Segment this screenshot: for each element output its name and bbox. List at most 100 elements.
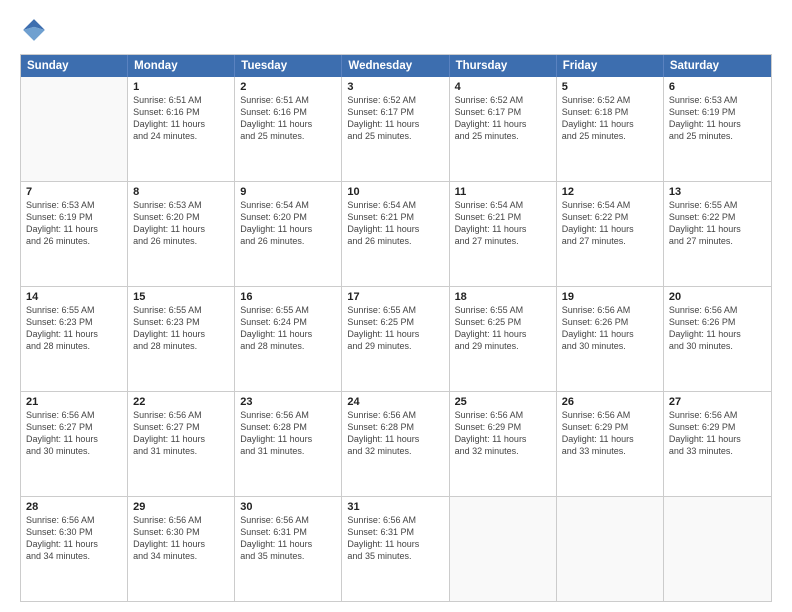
- day-number: 15: [133, 291, 229, 303]
- day-cell-12: 12Sunrise: 6:54 AM Sunset: 6:22 PM Dayli…: [557, 182, 664, 286]
- day-cell-9: 9Sunrise: 6:54 AM Sunset: 6:20 PM Daylig…: [235, 182, 342, 286]
- day-number: 19: [562, 291, 658, 303]
- day-cell-14: 14Sunrise: 6:55 AM Sunset: 6:23 PM Dayli…: [21, 287, 128, 391]
- day-cell-17: 17Sunrise: 6:55 AM Sunset: 6:25 PM Dayli…: [342, 287, 449, 391]
- day-cell-29: 29Sunrise: 6:56 AM Sunset: 6:30 PM Dayli…: [128, 497, 235, 601]
- day-info: Sunrise: 6:56 AM Sunset: 6:29 PM Dayligh…: [669, 409, 766, 458]
- day-info: Sunrise: 6:55 AM Sunset: 6:23 PM Dayligh…: [26, 304, 122, 353]
- day-info: Sunrise: 6:55 AM Sunset: 6:23 PM Dayligh…: [133, 304, 229, 353]
- header-day-friday: Friday: [557, 55, 664, 77]
- day-cell-21: 21Sunrise: 6:56 AM Sunset: 6:27 PM Dayli…: [21, 392, 128, 496]
- day-number: 3: [347, 81, 443, 93]
- header: [20, 16, 772, 44]
- day-cell-25: 25Sunrise: 6:56 AM Sunset: 6:29 PM Dayli…: [450, 392, 557, 496]
- day-info: Sunrise: 6:52 AM Sunset: 6:17 PM Dayligh…: [347, 94, 443, 143]
- day-info: Sunrise: 6:52 AM Sunset: 6:18 PM Dayligh…: [562, 94, 658, 143]
- day-info: Sunrise: 6:53 AM Sunset: 6:19 PM Dayligh…: [26, 199, 122, 248]
- day-cell-16: 16Sunrise: 6:55 AM Sunset: 6:24 PM Dayli…: [235, 287, 342, 391]
- day-info: Sunrise: 6:56 AM Sunset: 6:26 PM Dayligh…: [562, 304, 658, 353]
- calendar-row-0: 1Sunrise: 6:51 AM Sunset: 6:16 PM Daylig…: [21, 77, 771, 181]
- day-cell-18: 18Sunrise: 6:55 AM Sunset: 6:25 PM Dayli…: [450, 287, 557, 391]
- day-number: 16: [240, 291, 336, 303]
- day-cell-11: 11Sunrise: 6:54 AM Sunset: 6:21 PM Dayli…: [450, 182, 557, 286]
- calendar-row-3: 21Sunrise: 6:56 AM Sunset: 6:27 PM Dayli…: [21, 391, 771, 496]
- day-number: 10: [347, 186, 443, 198]
- day-info: Sunrise: 6:56 AM Sunset: 6:31 PM Dayligh…: [347, 514, 443, 563]
- day-cell-20: 20Sunrise: 6:56 AM Sunset: 6:26 PM Dayli…: [664, 287, 771, 391]
- day-number: 20: [669, 291, 766, 303]
- day-info: Sunrise: 6:51 AM Sunset: 6:16 PM Dayligh…: [133, 94, 229, 143]
- day-cell-31: 31Sunrise: 6:56 AM Sunset: 6:31 PM Dayli…: [342, 497, 449, 601]
- day-info: Sunrise: 6:53 AM Sunset: 6:19 PM Dayligh…: [669, 94, 766, 143]
- day-cell-15: 15Sunrise: 6:55 AM Sunset: 6:23 PM Dayli…: [128, 287, 235, 391]
- header-day-saturday: Saturday: [664, 55, 771, 77]
- day-number: 13: [669, 186, 766, 198]
- day-info: Sunrise: 6:55 AM Sunset: 6:22 PM Dayligh…: [669, 199, 766, 248]
- day-cell-6: 6Sunrise: 6:53 AM Sunset: 6:19 PM Daylig…: [664, 77, 771, 181]
- day-number: 11: [455, 186, 551, 198]
- day-info: Sunrise: 6:56 AM Sunset: 6:29 PM Dayligh…: [562, 409, 658, 458]
- day-cell-10: 10Sunrise: 6:54 AM Sunset: 6:21 PM Dayli…: [342, 182, 449, 286]
- day-number: 21: [26, 396, 122, 408]
- day-cell-19: 19Sunrise: 6:56 AM Sunset: 6:26 PM Dayli…: [557, 287, 664, 391]
- day-info: Sunrise: 6:56 AM Sunset: 6:28 PM Dayligh…: [347, 409, 443, 458]
- day-info: Sunrise: 6:56 AM Sunset: 6:30 PM Dayligh…: [26, 514, 122, 563]
- day-number: 25: [455, 396, 551, 408]
- day-cell-30: 30Sunrise: 6:56 AM Sunset: 6:31 PM Dayli…: [235, 497, 342, 601]
- day-number: 31: [347, 501, 443, 513]
- empty-cell-4-6: [664, 497, 771, 601]
- calendar: SundayMondayTuesdayWednesdayThursdayFrid…: [20, 54, 772, 602]
- day-cell-8: 8Sunrise: 6:53 AM Sunset: 6:20 PM Daylig…: [128, 182, 235, 286]
- day-number: 30: [240, 501, 336, 513]
- day-number: 26: [562, 396, 658, 408]
- day-info: Sunrise: 6:51 AM Sunset: 6:16 PM Dayligh…: [240, 94, 336, 143]
- day-number: 24: [347, 396, 443, 408]
- day-cell-24: 24Sunrise: 6:56 AM Sunset: 6:28 PM Dayli…: [342, 392, 449, 496]
- day-cell-22: 22Sunrise: 6:56 AM Sunset: 6:27 PM Dayli…: [128, 392, 235, 496]
- day-number: 29: [133, 501, 229, 513]
- header-day-sunday: Sunday: [21, 55, 128, 77]
- day-number: 18: [455, 291, 551, 303]
- day-number: 5: [562, 81, 658, 93]
- day-info: Sunrise: 6:56 AM Sunset: 6:27 PM Dayligh…: [26, 409, 122, 458]
- day-info: Sunrise: 6:54 AM Sunset: 6:21 PM Dayligh…: [347, 199, 443, 248]
- day-number: 4: [455, 81, 551, 93]
- day-info: Sunrise: 6:54 AM Sunset: 6:22 PM Dayligh…: [562, 199, 658, 248]
- day-number: 27: [669, 396, 766, 408]
- day-number: 22: [133, 396, 229, 408]
- header-day-tuesday: Tuesday: [235, 55, 342, 77]
- page: SundayMondayTuesdayWednesdayThursdayFrid…: [0, 0, 792, 612]
- header-day-monday: Monday: [128, 55, 235, 77]
- calendar-row-2: 14Sunrise: 6:55 AM Sunset: 6:23 PM Dayli…: [21, 286, 771, 391]
- day-number: 23: [240, 396, 336, 408]
- empty-cell-0-0: [21, 77, 128, 181]
- day-info: Sunrise: 6:55 AM Sunset: 6:25 PM Dayligh…: [347, 304, 443, 353]
- day-number: 9: [240, 186, 336, 198]
- header-day-wednesday: Wednesday: [342, 55, 449, 77]
- day-info: Sunrise: 6:55 AM Sunset: 6:25 PM Dayligh…: [455, 304, 551, 353]
- day-info: Sunrise: 6:56 AM Sunset: 6:27 PM Dayligh…: [133, 409, 229, 458]
- day-number: 12: [562, 186, 658, 198]
- day-info: Sunrise: 6:56 AM Sunset: 6:30 PM Dayligh…: [133, 514, 229, 563]
- day-info: Sunrise: 6:55 AM Sunset: 6:24 PM Dayligh…: [240, 304, 336, 353]
- empty-cell-4-4: [450, 497, 557, 601]
- calendar-row-4: 28Sunrise: 6:56 AM Sunset: 6:30 PM Dayli…: [21, 496, 771, 601]
- day-number: 2: [240, 81, 336, 93]
- day-cell-28: 28Sunrise: 6:56 AM Sunset: 6:30 PM Dayli…: [21, 497, 128, 601]
- day-number: 28: [26, 501, 122, 513]
- day-number: 7: [26, 186, 122, 198]
- calendar-body: 1Sunrise: 6:51 AM Sunset: 6:16 PM Daylig…: [21, 77, 771, 601]
- day-cell-23: 23Sunrise: 6:56 AM Sunset: 6:28 PM Dayli…: [235, 392, 342, 496]
- day-cell-27: 27Sunrise: 6:56 AM Sunset: 6:29 PM Dayli…: [664, 392, 771, 496]
- calendar-row-1: 7Sunrise: 6:53 AM Sunset: 6:19 PM Daylig…: [21, 181, 771, 286]
- empty-cell-4-5: [557, 497, 664, 601]
- day-info: Sunrise: 6:56 AM Sunset: 6:29 PM Dayligh…: [455, 409, 551, 458]
- day-cell-26: 26Sunrise: 6:56 AM Sunset: 6:29 PM Dayli…: [557, 392, 664, 496]
- day-info: Sunrise: 6:56 AM Sunset: 6:31 PM Dayligh…: [240, 514, 336, 563]
- calendar-header: SundayMondayTuesdayWednesdayThursdayFrid…: [21, 55, 771, 77]
- day-cell-4: 4Sunrise: 6:52 AM Sunset: 6:17 PM Daylig…: [450, 77, 557, 181]
- day-info: Sunrise: 6:52 AM Sunset: 6:17 PM Dayligh…: [455, 94, 551, 143]
- day-number: 1: [133, 81, 229, 93]
- header-day-thursday: Thursday: [450, 55, 557, 77]
- day-cell-1: 1Sunrise: 6:51 AM Sunset: 6:16 PM Daylig…: [128, 77, 235, 181]
